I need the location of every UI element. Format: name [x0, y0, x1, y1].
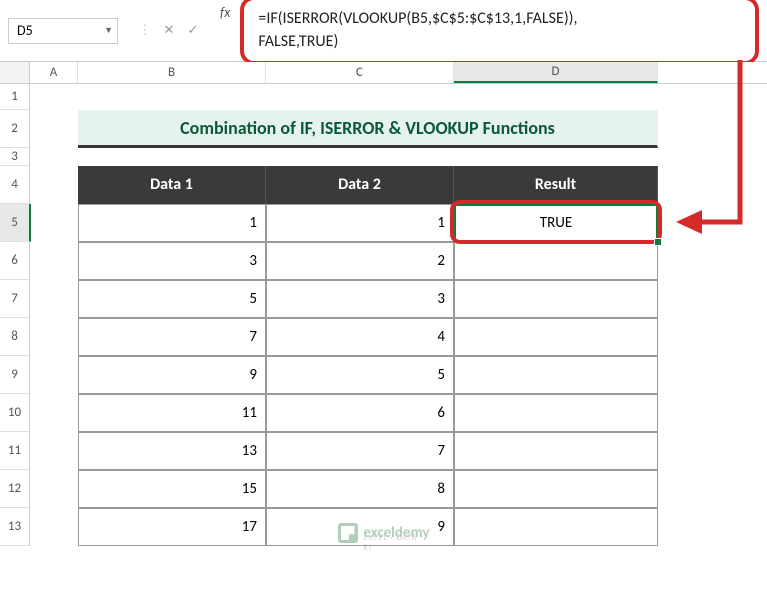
- cancel-icon[interactable]: ✕: [158, 20, 180, 42]
- cell-B7[interactable]: 5: [78, 280, 266, 318]
- cell-C10[interactable]: 6: [266, 394, 454, 432]
- cell-D9[interactable]: [454, 356, 658, 394]
- row-header-9[interactable]: 9: [0, 356, 29, 394]
- formula-bar-row: D5 ▼ ⋮ ✕ ✓ fx =IF(ISERROR(VLOOKUP(B5,$C$…: [0, 0, 767, 62]
- row-header-6[interactable]: 6: [0, 242, 29, 280]
- cell-B11[interactable]: 13: [78, 432, 266, 470]
- name-box[interactable]: D5 ▼: [8, 18, 118, 44]
- cell-D7[interactable]: [454, 280, 658, 318]
- row-header-1[interactable]: 1: [0, 84, 29, 110]
- cell-D8[interactable]: [454, 318, 658, 356]
- cells-area[interactable]: Combination of IF, ISERROR & VLOOKUP Fun…: [30, 84, 658, 546]
- cell-C7[interactable]: 3: [266, 280, 454, 318]
- fill-handle[interactable]: [654, 238, 662, 246]
- col-header-C[interactable]: C: [266, 62, 454, 83]
- grid-body: 1 2 3 4 5 6 7 8 9 10 11 12 13 Combinatio…: [0, 84, 767, 546]
- cell-B6[interactable]: 3: [78, 242, 266, 280]
- row-header-4[interactable]: 4: [0, 166, 29, 204]
- row-header-7[interactable]: 7: [0, 280, 29, 318]
- header-data2[interactable]: Data 2: [266, 166, 454, 204]
- cell-C9[interactable]: 5: [266, 356, 454, 394]
- col-header-A[interactable]: A: [30, 62, 78, 83]
- cell-B13[interactable]: 17: [78, 508, 266, 546]
- name-box-value: D5: [17, 22, 33, 39]
- cell-C8[interactable]: 4: [266, 318, 454, 356]
- row-header-11[interactable]: 11: [0, 432, 29, 470]
- title-cell[interactable]: Combination of IF, ISERROR & VLOOKUP Fun…: [78, 110, 658, 148]
- row-header-13[interactable]: 13: [0, 508, 29, 546]
- cell-C6[interactable]: 2: [266, 242, 454, 280]
- arrow-head-icon: [676, 210, 702, 234]
- cell-B8[interactable]: 7: [78, 318, 266, 356]
- row-header-2[interactable]: 2: [0, 110, 29, 148]
- formula-bar-wrap: fx =IF(ISERROR(VLOOKUP(B5,$C$5:$C$13,1,F…: [220, 0, 759, 65]
- row-header-8[interactable]: 8: [0, 318, 29, 356]
- spreadsheet: A B C D 1 2 3 4 5 6 7 8 9 10 11 12 13 Co…: [0, 62, 767, 546]
- fx-icon[interactable]: fx: [220, 4, 230, 21]
- header-result[interactable]: Result: [454, 166, 658, 204]
- select-all-corner[interactable]: [0, 62, 30, 83]
- dots-icon: ⋮: [134, 20, 156, 42]
- row-header-12[interactable]: 12: [0, 470, 29, 508]
- cell-B5[interactable]: 1: [78, 204, 266, 242]
- watermark-subtext: EXCEL · DATA · RI: [363, 533, 429, 553]
- watermark: exceldemy EXCEL · DATA · RI: [337, 523, 429, 543]
- cell-B10[interactable]: 11: [78, 394, 266, 432]
- formula-input[interactable]: =IF(ISERROR(VLOOKUP(B5,$C$5:$C$13,1,FALS…: [240, 0, 759, 65]
- row-header-10[interactable]: 10: [0, 394, 29, 432]
- formula-bar-buttons: ⋮ ✕ ✓: [134, 20, 204, 42]
- cell-B9[interactable]: 9: [78, 356, 266, 394]
- row-headers: 1 2 3 4 5 6 7 8 9 10 11 12 13: [0, 84, 30, 546]
- cell-D6[interactable]: [454, 242, 658, 280]
- col-header-B[interactable]: B: [78, 62, 266, 83]
- watermark-icon: [337, 523, 357, 543]
- col-header-D[interactable]: D: [454, 62, 658, 83]
- cell-D10[interactable]: [454, 394, 658, 432]
- cell-C12[interactable]: 8: [266, 470, 454, 508]
- row-header-3[interactable]: 3: [0, 148, 29, 166]
- header-data1[interactable]: Data 1: [78, 166, 266, 204]
- cell-D13[interactable]: [454, 508, 658, 546]
- row-header-5[interactable]: 5: [0, 204, 31, 242]
- chevron-down-icon[interactable]: ▼: [104, 25, 113, 36]
- check-icon[interactable]: ✓: [182, 20, 204, 42]
- cell-B12[interactable]: 15: [78, 470, 266, 508]
- cell-C5[interactable]: 1: [266, 204, 454, 242]
- cell-D5[interactable]: TRUE: [454, 204, 658, 242]
- cell-D12[interactable]: [454, 470, 658, 508]
- cell-D11[interactable]: [454, 432, 658, 470]
- column-headers: A B C D: [0, 62, 767, 84]
- cell-C11[interactable]: 7: [266, 432, 454, 470]
